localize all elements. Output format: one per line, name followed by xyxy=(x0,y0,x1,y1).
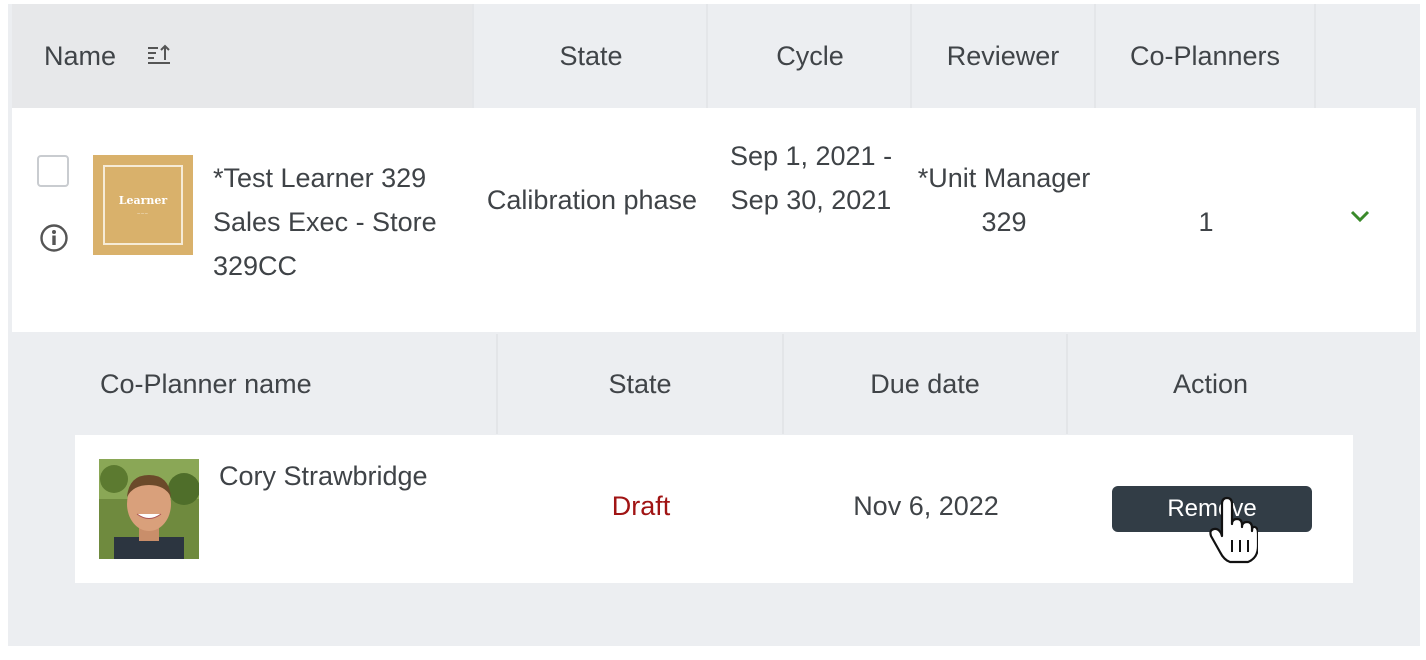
hand-pointer-cursor xyxy=(1209,496,1258,564)
sub-header-due-date: Due date xyxy=(784,334,1068,434)
column-header-cycle[interactable]: Cycle xyxy=(710,4,912,108)
column-header-reviewer[interactable]: Reviewer xyxy=(912,4,1096,108)
learner-name[interactable]: *Test Learner 329 Sales Exec - Store 329… xyxy=(213,156,483,288)
avatar xyxy=(99,459,199,559)
table-row: Learner ─── *Test Learner 329 Sales Exec… xyxy=(12,108,1416,332)
column-header-co-planners[interactable]: Co-Planners xyxy=(1096,4,1316,108)
co-planner-due-date: Nov 6, 2022 xyxy=(853,491,999,521)
thumbnail-subtitle: ─── xyxy=(137,211,149,216)
column-header-expand xyxy=(1316,4,1416,108)
row-checkbox[interactable] xyxy=(37,155,69,187)
co-planner-name: Cory Strawbridge xyxy=(219,461,428,491)
row-cycle: Sep 1, 2021 - Sep 30, 2021 xyxy=(729,141,893,215)
sub-header-co-planner-name: Co-Planner name xyxy=(74,334,498,434)
column-header-name-label: Name xyxy=(44,40,117,71)
thumbnail-title: Learner xyxy=(118,194,168,207)
learner-thumbnail: Learner ─── xyxy=(93,155,193,255)
row-reviewer: *Unit Manager 329 xyxy=(917,163,1091,237)
co-planner-state: Draft xyxy=(611,491,671,521)
sub-header-action: Action xyxy=(1172,368,1249,399)
row-co-planners-count: 1 xyxy=(1198,207,1214,237)
chevron-down-icon[interactable] xyxy=(1349,208,1371,224)
row-state: Calibration phase xyxy=(486,185,698,215)
sub-header-state: State xyxy=(498,334,784,434)
sort-ascending-icon[interactable] xyxy=(146,43,172,69)
co-planner-row: Cory Strawbridge Draft Nov 6, 2022 Remov… xyxy=(75,435,1353,583)
column-header-name[interactable]: Name xyxy=(12,4,474,108)
info-icon[interactable] xyxy=(39,223,69,253)
column-header-state[interactable]: State xyxy=(476,4,708,108)
